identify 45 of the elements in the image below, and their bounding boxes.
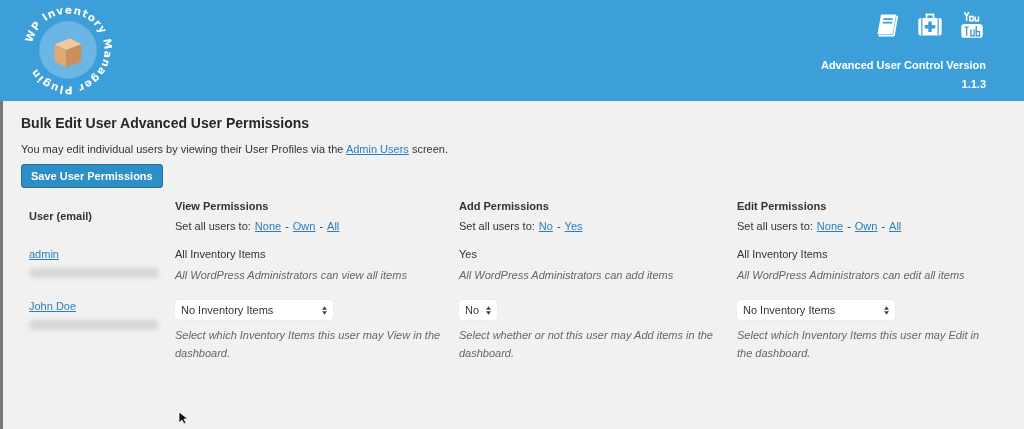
mouse-cursor-icon (178, 411, 188, 425)
save-button[interactable]: Save User Permissions (21, 164, 163, 188)
video-logo-icon[interactable] (958, 10, 986, 40)
separator-dash: - (556, 220, 561, 232)
page-title: Bulk Edit User Advanced User Permissions (21, 115, 311, 131)
intro-text: You may edit individual users by viewing their User Profiles via the Admin Users screen. (21, 143, 449, 155)
set-all-link[interactable]: All (327, 220, 340, 232)
up-down-arrows-icon (322, 305, 327, 315)
set-all-link[interactable]: Own (292, 220, 316, 232)
up-down-arrows-icon (884, 305, 889, 315)
permission-select[interactable]: No Inventory Items (175, 300, 333, 320)
permission-select[interactable]: No (459, 300, 497, 320)
column-header: User (email) (29, 210, 93, 222)
column-header: Add Permissions (459, 200, 550, 212)
set-all-link[interactable]: All (889, 220, 902, 232)
set-all-link[interactable]: No (538, 220, 553, 232)
separator-dash: - (847, 220, 851, 232)
column-header: View Permissions (175, 200, 270, 212)
admin-users-link[interactable]: Admin Users (345, 143, 409, 155)
permission-note: Select whether or not this user may Add items in the dashboard. (459, 328, 714, 361)
separator-dash: - (319, 220, 324, 232)
set-all-link[interactable]: Own (854, 220, 878, 232)
set-all-link[interactable]: Yes (564, 220, 583, 232)
permission-note: Select which Inventory Items this user may Edit in the dashboard. (737, 328, 981, 361)
permission-select[interactable]: No Inventory Items (737, 300, 895, 320)
permission-note: All WordPress Administrators can add items (459, 268, 674, 283)
permission-note: Select which Inventory Items this user may View in the dashboard. (175, 328, 442, 361)
user-name-link[interactable]: admin (29, 248, 175, 260)
separator-dash: - (285, 220, 289, 232)
permission-note: All WordPress Administrators can edit all items (737, 268, 965, 283)
set-all-label: Set all users to: (737, 220, 813, 232)
permission-value: Yes (459, 248, 477, 260)
permission-value: All Inventory Items (737, 248, 828, 260)
set-all-link[interactable]: None (816, 220, 844, 232)
set-all-link[interactable]: None (254, 220, 282, 232)
set-all-label: Set all users to: (175, 220, 251, 232)
version-number: 1.1.3 (961, 77, 986, 92)
column-header: Edit Permissions (737, 200, 828, 212)
permission-note: All WordPress Administrators can view all items (175, 268, 407, 283)
user-name-link[interactable]: John Doe (29, 300, 175, 312)
version-label: Advanced User Control Version (820, 58, 986, 73)
up-down-arrows-icon (486, 305, 491, 315)
set-all-label: Set all users to: (459, 220, 535, 232)
permission-value: All Inventory Items (175, 248, 266, 260)
separator-dash: - (881, 220, 886, 232)
